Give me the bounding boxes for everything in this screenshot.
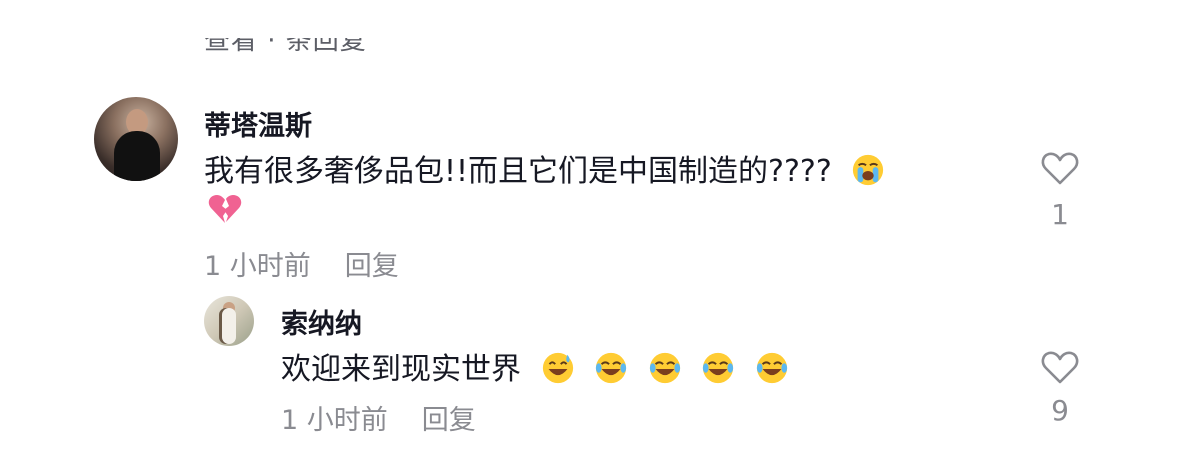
- reply-like-heart-icon[interactable]: [1040, 347, 1080, 387]
- comment-timestamp: 1 小时前: [204, 251, 311, 282]
- reply-text-body: 欢迎来到现实世界: [281, 352, 521, 387]
- face-with-tears-of-joy-icon: [703, 352, 734, 384]
- view-replies-link-partial[interactable]: 查看 · 条回复: [204, 38, 367, 57]
- face-with-tears-of-joy-icon: [756, 352, 787, 384]
- reply-meta: 1 小时前 回复: [281, 398, 476, 437]
- comment-username[interactable]: 蒂塔温斯: [204, 104, 312, 143]
- comment-like-heart-icon[interactable]: [1040, 148, 1080, 188]
- broken-heart-icon: [208, 195, 242, 223]
- comment-text: 我有很多奢侈品包!!而且它们是中国制造的????: [204, 146, 885, 190]
- comment-text-body: 我有很多奢侈品包!!而且它们是中国制造的????: [204, 154, 832, 189]
- reply-avatar[interactable]: [204, 296, 254, 346]
- reply-reply-button[interactable]: 回复: [422, 405, 476, 436]
- face-with-tears-of-joy-icon: [649, 352, 680, 384]
- comment-meta: 1 小时前 回复: [204, 244, 399, 283]
- comment-reply-button[interactable]: 回复: [345, 251, 399, 282]
- reply-timestamp: 1 小时前: [281, 405, 388, 436]
- avatar-figure: [222, 308, 236, 344]
- reply-like-count: 9: [1051, 394, 1069, 427]
- reply-text: 欢迎来到现实世界: [281, 344, 789, 388]
- face-with-tears-of-joy-icon: [595, 352, 627, 384]
- grinning-face-with-sweat-icon: [542, 352, 573, 384]
- avatar[interactable]: [94, 97, 178, 181]
- reply-username[interactable]: 索纳纳: [281, 302, 362, 341]
- avatar-figure: [114, 131, 160, 181]
- loudly-crying-face-icon: [853, 154, 884, 186]
- comment-like-count: 1: [1051, 198, 1069, 231]
